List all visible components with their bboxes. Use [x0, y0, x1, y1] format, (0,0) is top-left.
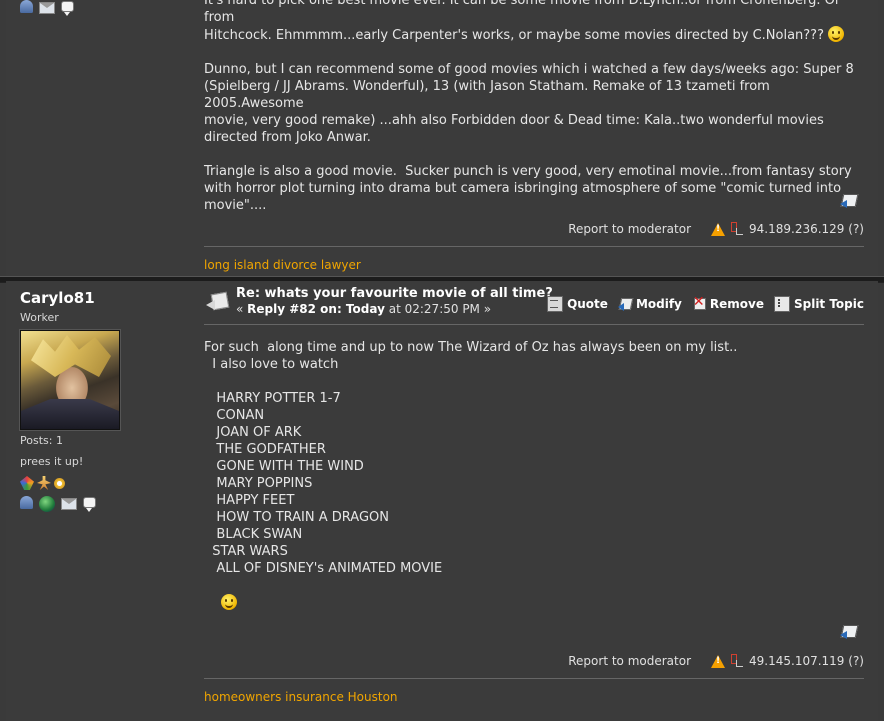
- post-count: Posts: 1: [20, 434, 63, 447]
- remove-button[interactable]: Remove: [692, 294, 764, 311]
- header-divider: [204, 324, 864, 325]
- body-line: HOW TO TRAIN A DRAGON: [204, 510, 389, 525]
- email-icon[interactable]: [39, 2, 55, 14]
- remove-label: Remove: [709, 297, 764, 311]
- body-line: directed from Joko Anwar.: [204, 130, 371, 145]
- award-icon: [37, 476, 51, 490]
- modify-label: Modify: [635, 297, 682, 311]
- post-subject[interactable]: Re: whats your favourite movie of all ti…: [236, 286, 553, 301]
- post-reply-82: Carylo81 Worker Posts: 1 prees it up! Re…: [6, 281, 878, 721]
- post-type-icon: [206, 291, 230, 313]
- body-line: GONE WITH THE WIND: [204, 459, 364, 474]
- member-badges: [20, 476, 65, 490]
- body-line: Dunno, but I can recommend some of good …: [204, 62, 854, 77]
- quote-button[interactable]: Quote: [547, 296, 608, 312]
- body-line: ALL OF DISNEY's ANIMATED MOVIE: [204, 561, 443, 576]
- split-topic-icon: [773, 296, 790, 312]
- smiley-icon: [220, 594, 237, 610]
- post-previous: It's hard to pick one best movie ever. I…: [6, 0, 878, 276]
- member-rank: Worker: [20, 311, 59, 324]
- reply-prefix: «: [236, 302, 248, 316]
- body-line: I also love to watch: [204, 357, 339, 372]
- avatar: [20, 330, 120, 430]
- split-topic-button[interactable]: Split Topic: [773, 296, 864, 312]
- body-line: It's hard to pick one best movie ever. I…: [204, 0, 845, 25]
- ip-address[interactable]: 94.189.236.129 (?): [749, 222, 864, 236]
- body-line: MARY POPPINS: [204, 476, 313, 491]
- modify-icon: [617, 297, 632, 311]
- body-line: HARRY POTTER 1-7: [204, 391, 341, 406]
- quote-icon: [547, 296, 564, 312]
- body-line: JOAN OF ARK: [204, 425, 302, 440]
- website-globe-icon[interactable]: [39, 496, 55, 512]
- personal-message-icon[interactable]: [61, 1, 74, 16]
- signature-link[interactable]: homeowners insurance Houston: [204, 690, 398, 704]
- smiley-icon: [828, 26, 845, 42]
- report-to-moderator-link[interactable]: Report to moderator: [568, 222, 691, 236]
- author-name[interactable]: Carylo81: [20, 289, 95, 307]
- reply-info: « Reply #82 on: Today at 02:27:50 PM »: [236, 302, 491, 316]
- quick-quote-icon[interactable]: [840, 192, 858, 208]
- body-line: CONAN: [204, 408, 265, 423]
- personal-message-icon[interactable]: [83, 497, 96, 512]
- ip-icon: [731, 654, 744, 668]
- quick-quote-icon[interactable]: [840, 623, 858, 639]
- body-line: Hitchcock. Ehmmmm...early Carpenter's wo…: [204, 28, 829, 43]
- post-previous-body: It's hard to pick one best movie ever. I…: [204, 0, 866, 214]
- warning-icon[interactable]: [711, 222, 726, 236]
- body-line: HAPPY FEET: [204, 493, 295, 508]
- award-icon: [54, 477, 65, 489]
- body-line: Triangle is also a good movie. Sucker pu…: [204, 164, 852, 179]
- remove-icon: [692, 294, 706, 311]
- body-line: THE GODFATHER: [204, 442, 326, 457]
- body-line: STAR WARS: [204, 544, 288, 559]
- body-line: movie, very good remake) ...ahh also For…: [204, 113, 824, 128]
- body-line: BLACK SWAN: [204, 527, 303, 542]
- post-actions: Quote Modify Remove Split Topic: [547, 294, 864, 312]
- ip-address[interactable]: 49.145.107.119 (?): [749, 654, 864, 668]
- profile-icon[interactable]: [20, 0, 33, 13]
- report-bar: Report to moderator 94.189.236.129 (?): [568, 222, 864, 236]
- modify-button[interactable]: Modify: [617, 297, 682, 311]
- body-line: movie"....: [204, 198, 267, 213]
- signature-link[interactable]: long island divorce lawyer: [204, 258, 361, 272]
- post-user-icons: [20, 496, 96, 512]
- report-bar: Report to moderator 49.145.107.119 (?): [568, 654, 864, 668]
- warning-icon[interactable]: [711, 654, 726, 668]
- post-body: For such along time and up to now The Wi…: [204, 339, 866, 612]
- personal-text: prees it up!: [20, 455, 84, 468]
- split-topic-label: Split Topic: [793, 297, 864, 311]
- award-icon: [20, 476, 34, 490]
- reply-number[interactable]: Reply #82 on: Today: [247, 302, 385, 316]
- reply-time: at 02:27:50 PM »: [384, 302, 492, 316]
- signature-divider: [204, 678, 864, 679]
- signature-divider: [204, 246, 864, 247]
- body-line: with horror plot turning into drama but …: [204, 181, 842, 196]
- report-to-moderator-link[interactable]: Report to moderator: [568, 654, 691, 668]
- body-line: (Spielberg / JJ Abrams. Wonderful), 13 (…: [204, 79, 774, 111]
- post-previous-user-icons: [20, 0, 74, 16]
- profile-icon[interactable]: [20, 496, 33, 509]
- ip-icon: [731, 222, 744, 236]
- body-line: For such along time and up to now The Wi…: [204, 340, 738, 355]
- quote-label: Quote: [567, 297, 608, 311]
- email-icon[interactable]: [61, 498, 77, 510]
